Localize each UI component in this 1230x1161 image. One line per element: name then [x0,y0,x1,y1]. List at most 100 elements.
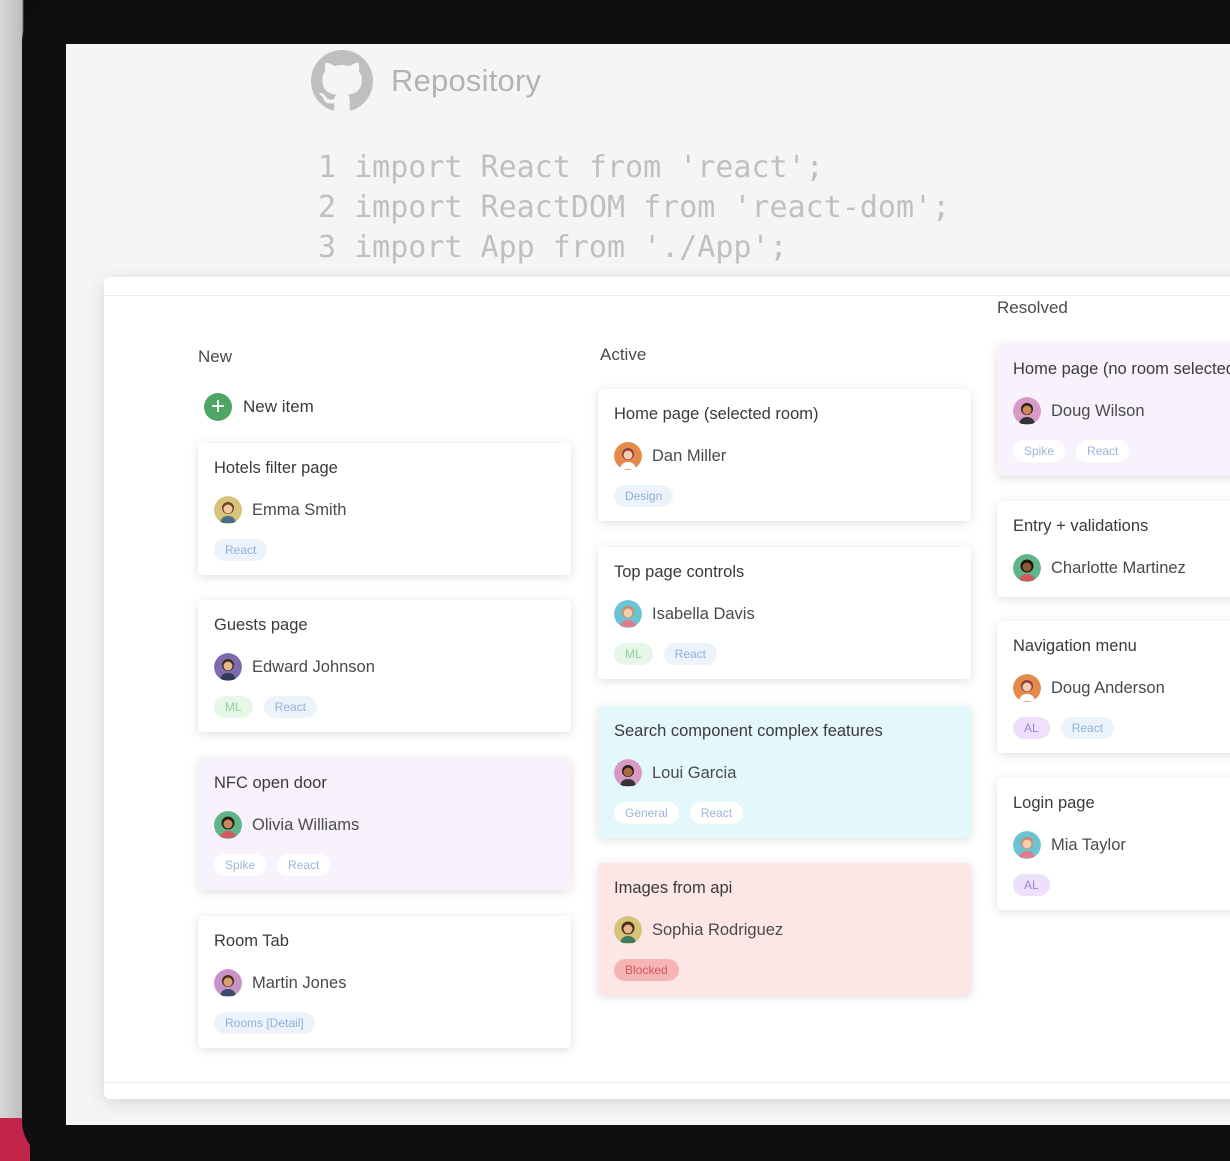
tag[interactable]: ML [614,643,653,665]
card-title: Search component complex features [614,722,883,740]
tag[interactable]: React [663,643,718,665]
assignee-name: Mia Taylor [1051,835,1126,854]
tag-list: AL React [1013,717,1230,739]
tag[interactable]: ML [214,696,253,718]
tag[interactable]: React [277,854,331,876]
code-line: 3 import App from './App'; [318,230,788,265]
avatar [214,653,242,681]
card-title: Hotels filter page [214,459,338,477]
avatar [1013,674,1041,702]
assignee-name: Edward Johnson [252,657,375,676]
assignee: Mia Taylor [1013,831,1230,859]
card-title: Top page controls [614,563,745,581]
divider [104,295,1230,296]
assignee-name: Loui Garcia [652,763,737,782]
card-title: Room Tab [214,932,289,950]
avatar [614,759,642,787]
work-item-card[interactable]: NFC open door Olivia Williams Spike Reac… [198,758,571,890]
assignee: Olivia Williams [214,811,555,839]
tag-list: AL [1013,874,1230,896]
avatar [214,496,242,524]
work-item-card[interactable]: Home page (selected room) Dan Miller Des… [598,389,971,521]
work-item-card[interactable]: Entry + validations Charlotte Martinez [997,501,1230,597]
card-title: Home page (no room selected [1013,360,1230,378]
new-item-label: New item [243,397,314,416]
kanban-board: New + New item Hotels filter page Emma S… [104,277,1230,1099]
new-item-button[interactable]: + New item [204,393,314,421]
tag-list: General React [614,802,955,824]
code-line: 2 import ReactDOM from 'react-dom'; [318,190,951,225]
code-line: 1 import React from 'react'; [318,150,824,185]
tag[interactable]: React [1060,717,1115,739]
tag-list: React [214,539,555,561]
card-title: Guests page [214,616,308,634]
tag-list: ML React [214,696,555,718]
avatar [614,442,642,470]
tag[interactable]: Spike [1013,440,1066,462]
tag-list: ML React [614,643,955,665]
tag-list: Blocked [614,959,955,981]
column-title-new: New [198,347,233,366]
tag-list: Spike React [1013,440,1230,462]
work-item-card[interactable]: Search component complex features Loui G… [598,706,971,838]
tag[interactable]: Rooms [Detail] [214,1012,315,1034]
card-title: Images from api [614,879,733,897]
avatar [214,969,242,997]
tag-list: Rooms [Detail] [214,1012,555,1034]
repository-header: Repository [311,50,541,112]
work-item-card[interactable]: Room Tab Martin Jones Rooms [Detail] [198,916,571,1048]
assignee: Emma Smith [214,496,555,524]
tag[interactable]: Blocked [614,959,679,981]
assignee-name: Isabella Davis [652,604,755,623]
add-icon: + [204,393,232,421]
assignee: Charlotte Martinez [1013,554,1230,582]
work-item-card[interactable]: Images from api Sophia Rodriguez Blocked [598,863,971,995]
tag[interactable]: AL [1013,874,1050,896]
screen: Repository 1 import React from 'react'; 2… [66,44,1230,1125]
avatar [1013,554,1041,582]
assignee: Doug Anderson [1013,674,1230,702]
column-title-resolved: Resolved [997,298,1068,317]
tag[interactable]: React [689,802,744,824]
github-icon [311,50,373,111]
assignee: Dan Miller [614,442,955,470]
column-title-active: Active [600,345,647,364]
work-item-card[interactable]: Login page Mia Taylor AL [997,778,1230,910]
assignee-name: Olivia Williams [252,815,360,834]
tag[interactable]: React [1076,440,1130,462]
assignee: Loui Garcia [614,759,955,787]
assignee-name: Dan Miller [652,446,727,465]
avatar [614,600,642,628]
tag-list: Spike React [214,854,555,876]
tag[interactable]: Spike [214,854,267,876]
card-title: Login page [1013,794,1095,812]
tag[interactable]: React [214,539,268,561]
work-item-card[interactable]: Guests page Edward Johnson ML React [198,600,571,732]
assignee-name: Charlotte Martinez [1051,558,1186,577]
work-item-card[interactable]: Navigation menu Doug Anderson AL React [997,621,1230,753]
tag[interactable]: AL [1013,717,1050,739]
assignee: Doug Wilson [1013,397,1230,425]
assignee-name: Emma Smith [252,500,347,519]
tag[interactable]: General [614,802,679,824]
assignee: Martin Jones [214,969,555,997]
work-item-card[interactable]: Top page controls Isabella Davis ML Reac… [598,547,971,679]
assignee-name: Sophia Rodriguez [652,920,784,939]
tag[interactable]: React [263,696,318,718]
work-item-card[interactable]: Hotels filter page Emma Smith React [198,443,571,575]
card-title: Navigation menu [1013,637,1137,655]
assignee-name: Doug Wilson [1051,401,1145,420]
work-item-card[interactable]: Home page (no room selected Doug Wilson … [997,344,1230,476]
assignee-name: Martin Jones [252,973,347,992]
avatar [1013,831,1041,859]
avatar [214,811,242,839]
card-title: Entry + validations [1013,517,1149,535]
code-snippet: 1 import React from 'react'; 2 import Rea… [318,148,950,268]
assignee: Sophia Rodriguez [614,916,955,944]
repository-title: Repository [391,63,542,98]
assignee: Isabella Davis [614,600,955,628]
card-title: Home page (selected room) [614,405,819,423]
avatar [614,916,642,944]
assignee-name: Doug Anderson [1051,678,1165,697]
tag[interactable]: Design [614,485,674,507]
